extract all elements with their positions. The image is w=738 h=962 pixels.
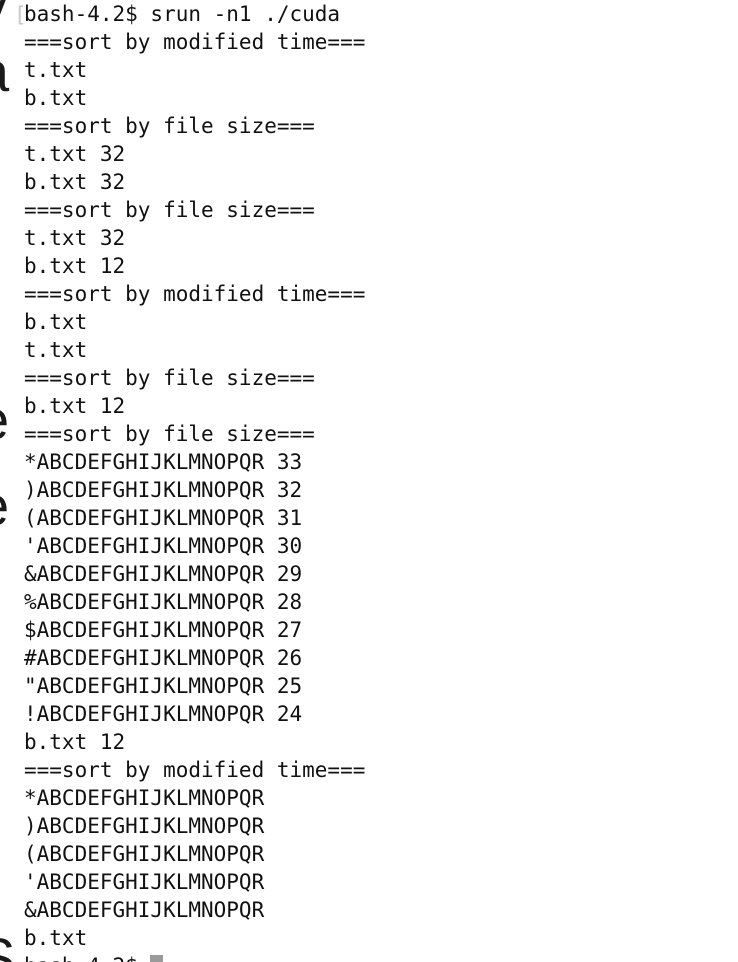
output-line: t.txt xyxy=(24,58,88,82)
output-line: ===sort by modified time=== xyxy=(24,282,366,306)
output-line: ===sort by modified time=== xyxy=(24,758,366,782)
text-cursor xyxy=(150,955,164,962)
terminal-window[interactable]: [ bash-4.2$ srun -n1 ./cuda ===sort by mo… xyxy=(12,0,738,962)
output-line: $ABCDEFGHIJKLMNOPQR 27 xyxy=(24,618,303,642)
background-glyph: a xyxy=(0,44,9,100)
output-line: ===sort by file size=== xyxy=(24,198,315,222)
output-line: )ABCDEFGHIJKLMNOPQR xyxy=(24,814,265,838)
output-line: t.txt 32 xyxy=(24,142,126,166)
output-line: *ABCDEFGHIJKLMNOPQR 33 xyxy=(24,450,303,474)
output-line: b.txt 12 xyxy=(24,730,126,754)
output-line: (ABCDEFGHIJKLMNOPQR xyxy=(24,842,265,866)
output-line: b.txt 12 xyxy=(24,394,126,418)
output-line: #ABCDEFGHIJKLMNOPQR 26 xyxy=(24,646,303,670)
output-line: (ABCDEFGHIJKLMNOPQR 31 xyxy=(24,506,303,530)
screen: y a t l l e e S [ bash-4.2$ srun -n1 ./c… xyxy=(0,0,738,962)
background-window-edge: y a t l l e e S xyxy=(0,0,12,962)
background-glyph: e xyxy=(0,392,9,448)
output-line: b.txt 32 xyxy=(24,170,126,194)
output-line: 'ABCDEFGHIJKLMNOPQR 30 xyxy=(24,534,303,558)
output-line: ===sort by modified time=== xyxy=(24,30,366,54)
output-line: ===sort by file size=== xyxy=(24,422,315,446)
background-glyph: y xyxy=(0,0,6,38)
terminal-output: bash-4.2$ srun -n1 ./cuda ===sort by modi… xyxy=(24,0,365,962)
output-line: !ABCDEFGHIJKLMNOPQR 24 xyxy=(24,702,303,726)
output-line: &ABCDEFGHIJKLMNOPQR xyxy=(24,898,265,922)
output-line: ===sort by file size=== xyxy=(24,366,315,390)
output-line: 'ABCDEFGHIJKLMNOPQR xyxy=(24,870,265,894)
background-glyph: S xyxy=(0,930,12,962)
output-line: *ABCDEFGHIJKLMNOPQR xyxy=(24,786,265,810)
output-line: b.txt xyxy=(24,86,88,110)
output-line: &ABCDEFGHIJKLMNOPQR 29 xyxy=(24,562,303,586)
output-line: )ABCDEFGHIJKLMNOPQR 32 xyxy=(24,478,303,502)
background-glyph: e xyxy=(0,478,9,534)
output-line: t.txt 32 xyxy=(24,226,126,250)
output-line: %ABCDEFGHIJKLMNOPQR 28 xyxy=(24,590,303,614)
current-prompt[interactable]: bash-4.2$ xyxy=(24,952,365,962)
output-line: t.txt xyxy=(24,338,88,362)
output-line: b.txt 12 xyxy=(24,254,126,278)
output-line: b.txt xyxy=(24,926,88,950)
output-line: b.txt xyxy=(24,310,88,334)
command-line: bash-4.2$ srun -n1 ./cuda xyxy=(24,2,341,26)
output-line: ===sort by file size=== xyxy=(24,114,315,138)
output-line: "ABCDEFGHIJKLMNOPQR 25 xyxy=(24,674,303,698)
prompt-text: bash-4.2$ xyxy=(24,954,150,962)
